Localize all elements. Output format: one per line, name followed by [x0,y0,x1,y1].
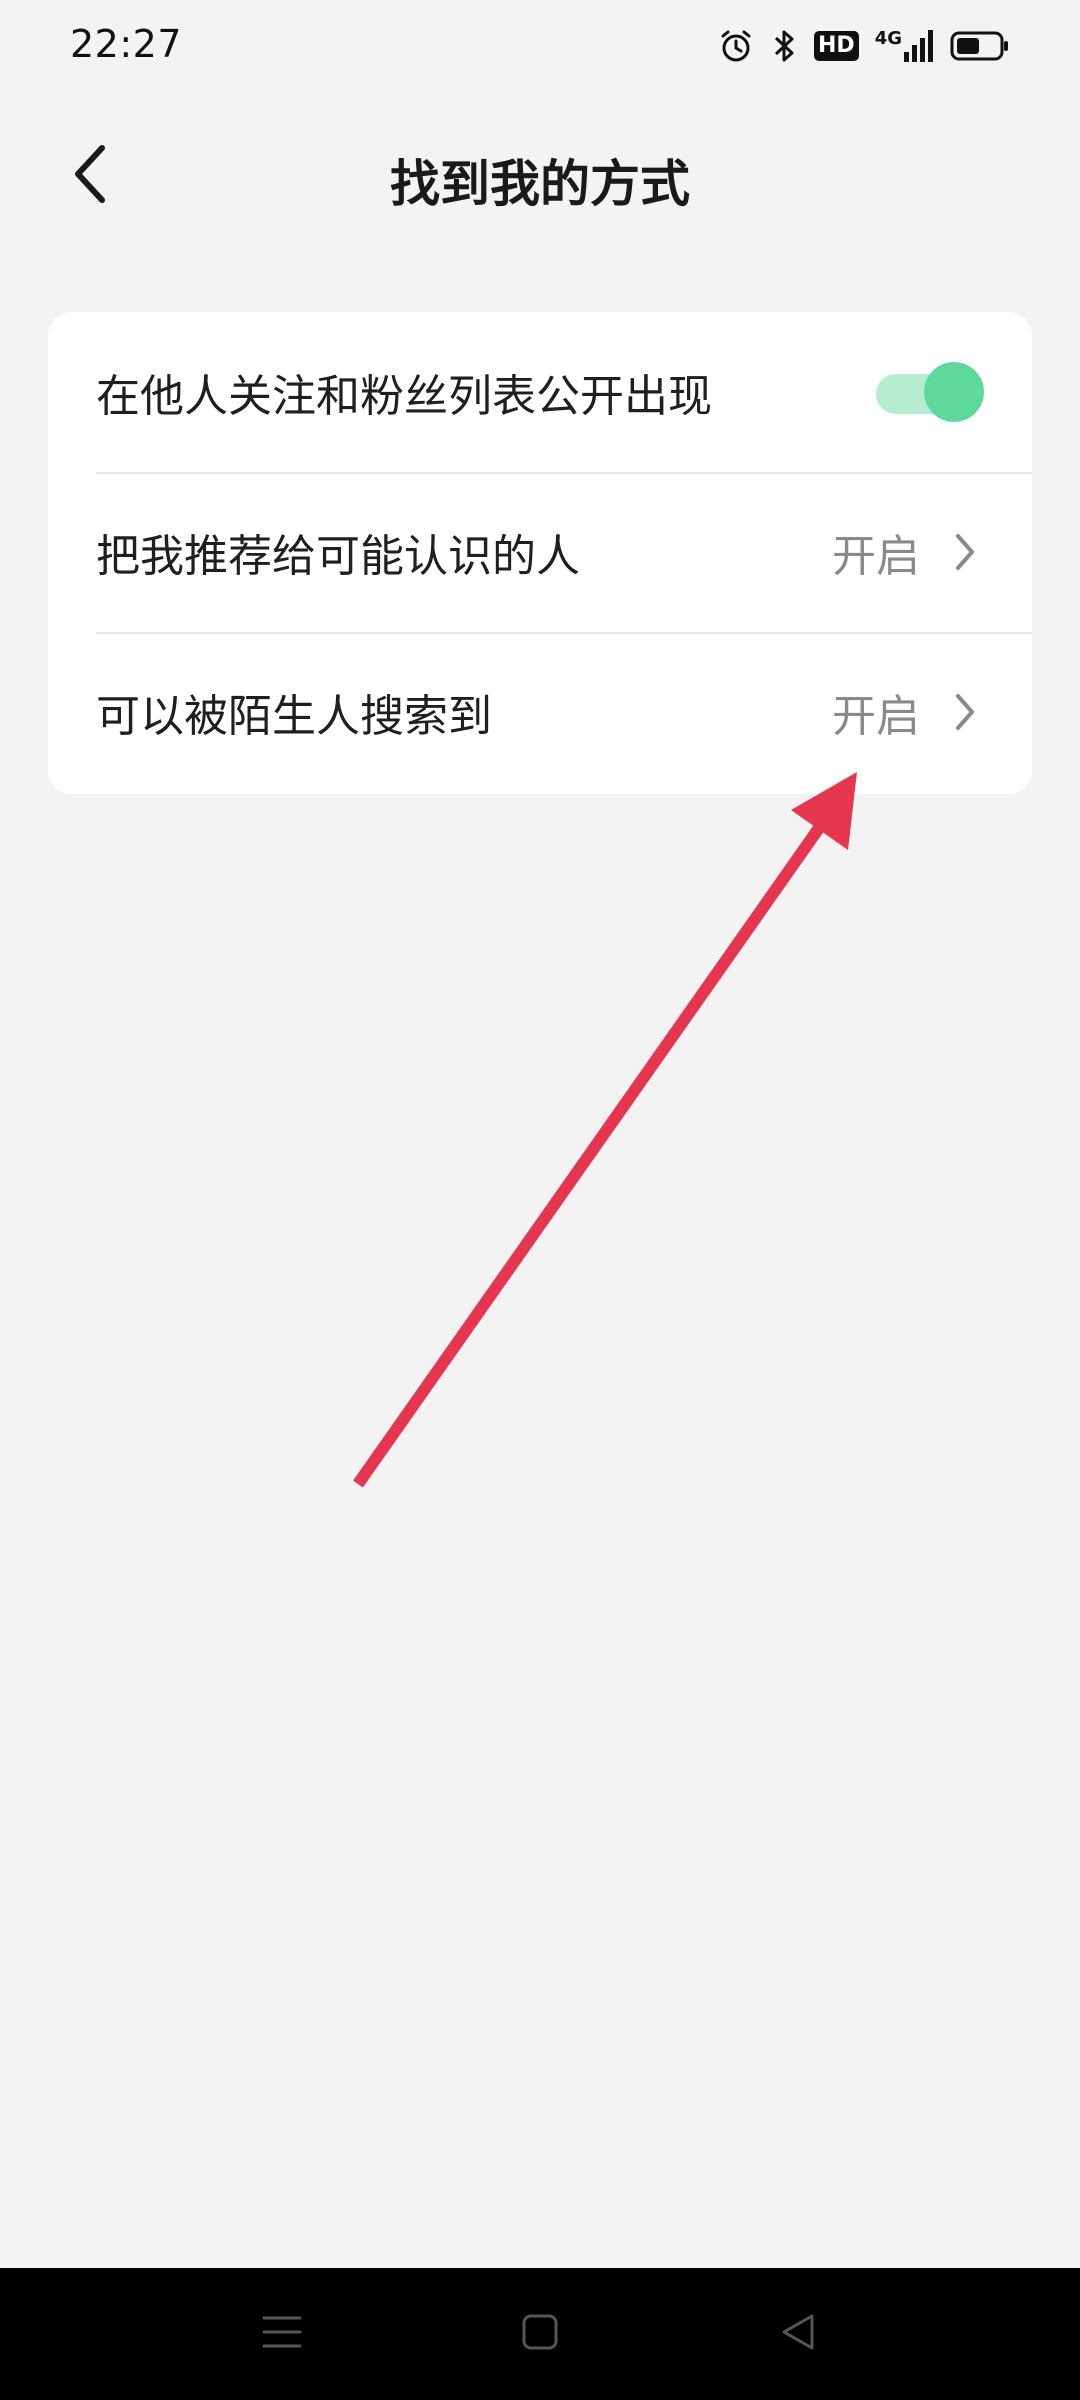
nav-back-button[interactable] [758,2294,838,2374]
toggle-knob [924,362,984,422]
setting-label: 把我推荐给可能认识的人 [96,531,580,582]
header: 找到我的方式 [0,96,1080,256]
bluetooth-icon [770,28,798,64]
setting-row-public-in-lists: 在他人关注和粉丝列表公开出现 [48,312,1032,472]
chevron-right-icon [950,529,980,575]
hd-icon: HD [814,31,859,61]
home-icon [520,2312,560,2356]
status-time: 22:27 [70,22,183,66]
setting-label: 可以被陌生人搜索到 [96,691,492,742]
setting-label: 在他人关注和粉丝列表公开出现 [96,371,712,422]
page-title: 找到我的方式 [390,155,690,213]
back-triangle-icon [778,2312,818,2356]
battery-icon [950,30,1010,62]
network-type-label: 4G [874,28,902,49]
status-icons: HD 4G [718,28,1010,64]
status-bar: 22:27 HD 4G [0,0,1080,96]
alarm-icon [718,28,754,64]
navigation-bar [0,2268,1080,2400]
signal-4g-icon: 4G [875,30,934,62]
chevron-right-icon [950,689,980,735]
setting-row-recommend-to-acquaintances[interactable]: 把我推荐给可能认识的人 开启 [48,472,1032,632]
setting-value: 开启 [832,531,920,582]
menu-icon [262,2312,302,2356]
public-in-lists-toggle[interactable] [876,362,984,422]
setting-value: 开启 [832,691,920,742]
nav-home-button[interactable] [500,2294,580,2374]
setting-row-searchable-by-strangers[interactable]: 可以被陌生人搜索到 开启 [48,632,1032,792]
settings-card: 在他人关注和粉丝列表公开出现 把我推荐给可能认识的人 开启 可以被陌生人搜索到 … [48,312,1032,794]
nav-menu-button[interactable] [242,2294,322,2374]
